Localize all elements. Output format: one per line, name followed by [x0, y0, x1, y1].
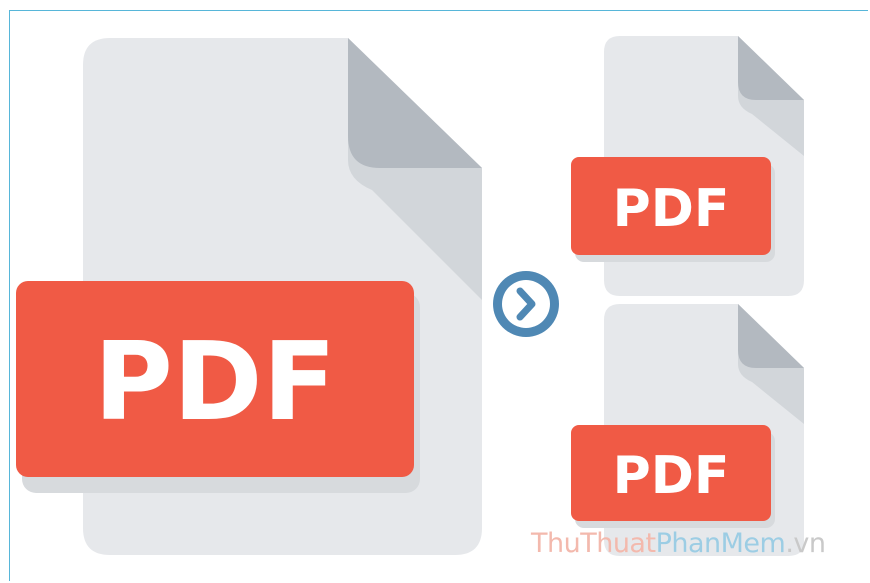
output-badge-2-label: PDF [613, 446, 730, 506]
watermark-part-1: ThuThuat [531, 528, 656, 559]
output-document-2-fold [738, 304, 804, 368]
watermark-part-3: .vn [785, 528, 826, 559]
watermark: ThuThuatPhanMem.vn [531, 528, 826, 559]
watermark-part-2: PhanMem [655, 528, 786, 559]
